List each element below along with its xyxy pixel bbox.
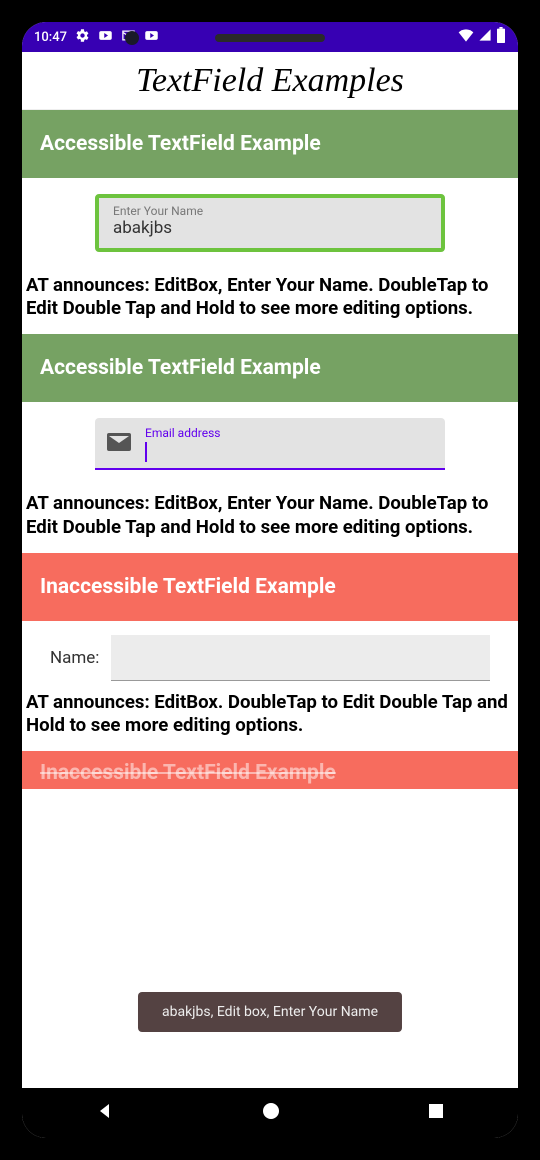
email-textfield[interactable]: Email address bbox=[95, 418, 445, 470]
section-caption: AT announces: EditBox, Enter Your Name. … bbox=[22, 268, 518, 334]
settings-icon bbox=[75, 28, 90, 47]
name-textfield[interactable]: Enter Your Name abakjbs bbox=[95, 194, 445, 252]
email-textfield-label: Email address bbox=[145, 426, 220, 440]
section-header: Accessible TextField Example bbox=[22, 110, 518, 178]
navigation-bar bbox=[22, 1088, 518, 1138]
video-icon bbox=[144, 28, 159, 47]
section-caption: AT announces: EditBox, Enter Your Name. … bbox=[22, 486, 518, 552]
section-header: Accessible TextField Example bbox=[22, 334, 518, 402]
back-button[interactable] bbox=[95, 1101, 115, 1125]
name-label: Name: bbox=[50, 648, 99, 668]
mail-icon bbox=[107, 433, 131, 455]
page-title: TextField Examples bbox=[136, 62, 404, 100]
name-textfield-label: Enter Your Name bbox=[113, 204, 427, 218]
youtube-icon bbox=[98, 28, 113, 47]
home-button[interactable] bbox=[261, 1101, 281, 1125]
status-time: 10:47 bbox=[34, 30, 67, 45]
overview-button[interactable] bbox=[427, 1102, 445, 1124]
cell-signal-icon bbox=[478, 28, 492, 46]
name-input-inaccessible[interactable] bbox=[111, 635, 490, 681]
name-textfield-value: abakjbs bbox=[113, 218, 427, 238]
section-header: Inaccessible TextField Example bbox=[22, 751, 518, 789]
text-cursor bbox=[145, 442, 147, 462]
app-bar: TextField Examples bbox=[22, 52, 518, 110]
section-caption: AT announces: EditBox. DoubleTap to Edit… bbox=[22, 685, 518, 751]
battery-icon bbox=[496, 27, 506, 47]
wifi-icon bbox=[458, 28, 474, 46]
section-header: Inaccessible TextField Example bbox=[22, 553, 518, 621]
toast-message: abakjbs, Edit box, Enter Your Name bbox=[138, 992, 402, 1032]
